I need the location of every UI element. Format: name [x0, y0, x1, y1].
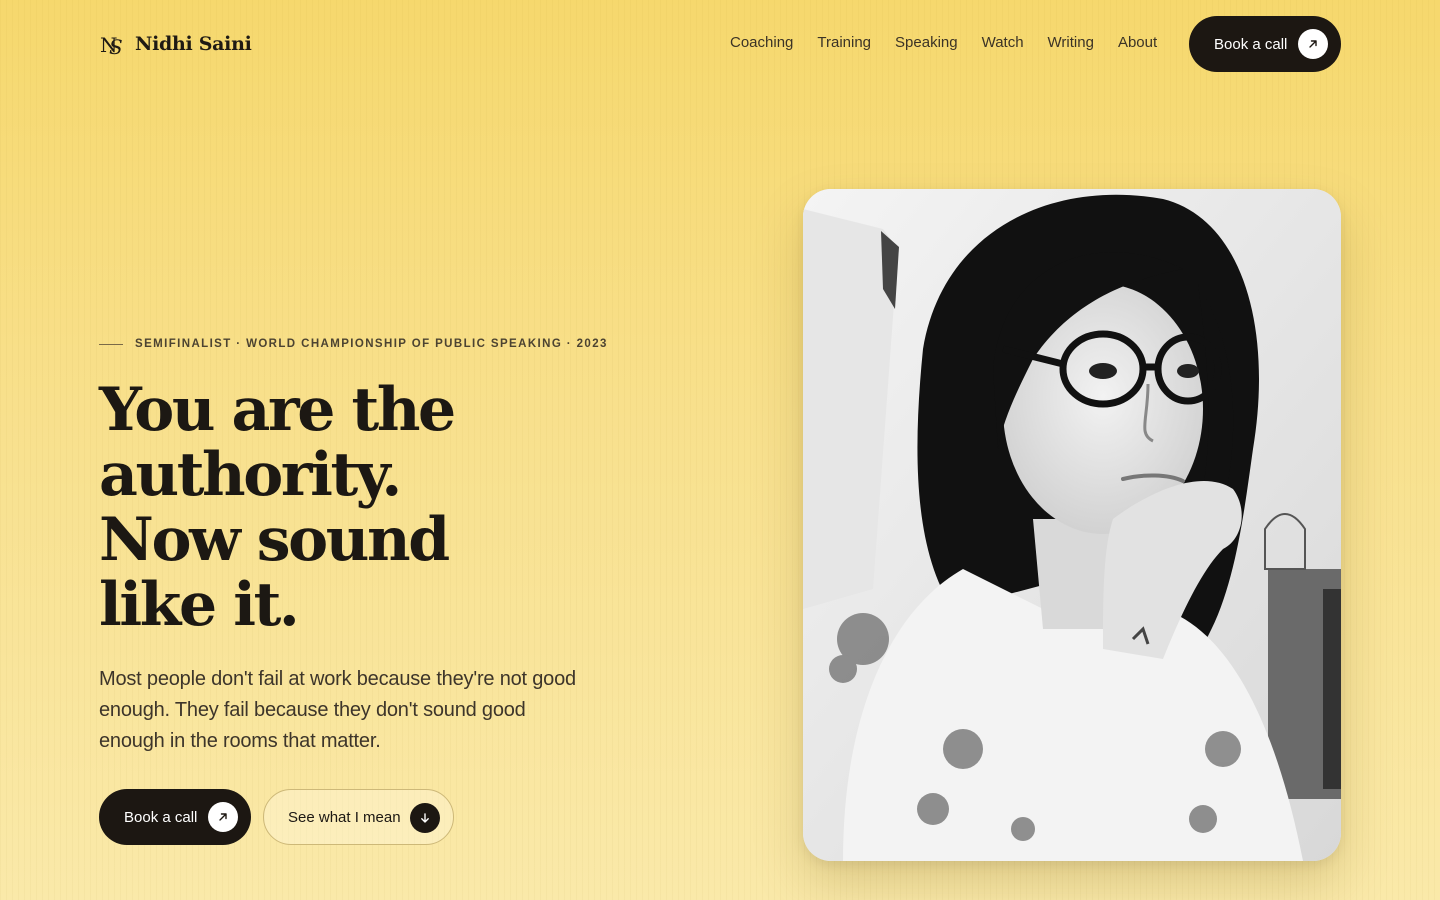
nav-item-watch[interactable]: Watch — [982, 34, 1024, 51]
headline-line: like it. — [99, 570, 300, 640]
brand-name: Nidhi Saini — [135, 33, 252, 55]
header-book-call-label: Book a call — [1214, 35, 1288, 53]
brand-logo-link[interactable]: N S Nidhi Saini — [99, 30, 252, 58]
page: N S Nidhi Saini Coaching Training Speaki… — [0, 0, 1440, 900]
eyebrow-divider — [99, 343, 123, 345]
headline-line: Now sound — [99, 505, 450, 575]
book-call-button[interactable]: Book a call — [99, 789, 251, 845]
header-book-call-button[interactable]: Book a call — [1189, 16, 1341, 72]
svg-text:S: S — [109, 35, 123, 58]
headline-line: authority. — [99, 440, 402, 510]
site-header: N S Nidhi Saini Coaching Training Speaki… — [0, 0, 1440, 88]
nav-item-speaking[interactable]: Speaking — [895, 34, 958, 51]
eyebrow-text: SEMIFINALIST · WORLD CHAMPIONSHIP OF PUB… — [135, 338, 608, 350]
portrait-illustration — [803, 189, 1341, 861]
see-what-i-mean-button[interactable]: See what I mean — [263, 789, 454, 845]
hero-headline: You are the authority. Now sound like it… — [99, 378, 619, 638]
hero-lede: Most people don't fail at work because t… — [99, 668, 576, 752]
nav-item-coaching[interactable]: Coaching — [730, 34, 793, 51]
nav-item-writing[interactable]: Writing — [1048, 34, 1094, 51]
nav-item-training[interactable]: Training — [817, 34, 871, 51]
headline-line: You are the — [99, 375, 456, 445]
book-call-label: Book a call — [124, 808, 198, 826]
portrait-photo — [803, 189, 1341, 861]
main-nav: Coaching Training Speaking Watch Writing… — [730, 34, 1157, 51]
nav-item-about[interactable]: About — [1118, 34, 1157, 51]
see-what-i-mean-label: See what I mean — [288, 808, 401, 826]
eyebrow: SEMIFINALIST · WORLD CHAMPIONSHIP OF PUB… — [99, 338, 608, 350]
ns-monogram-icon: N S — [100, 33, 123, 58]
arrow-down-icon — [410, 803, 440, 833]
arrow-up-right-icon — [1298, 29, 1328, 59]
arrow-up-right-icon — [208, 802, 238, 832]
